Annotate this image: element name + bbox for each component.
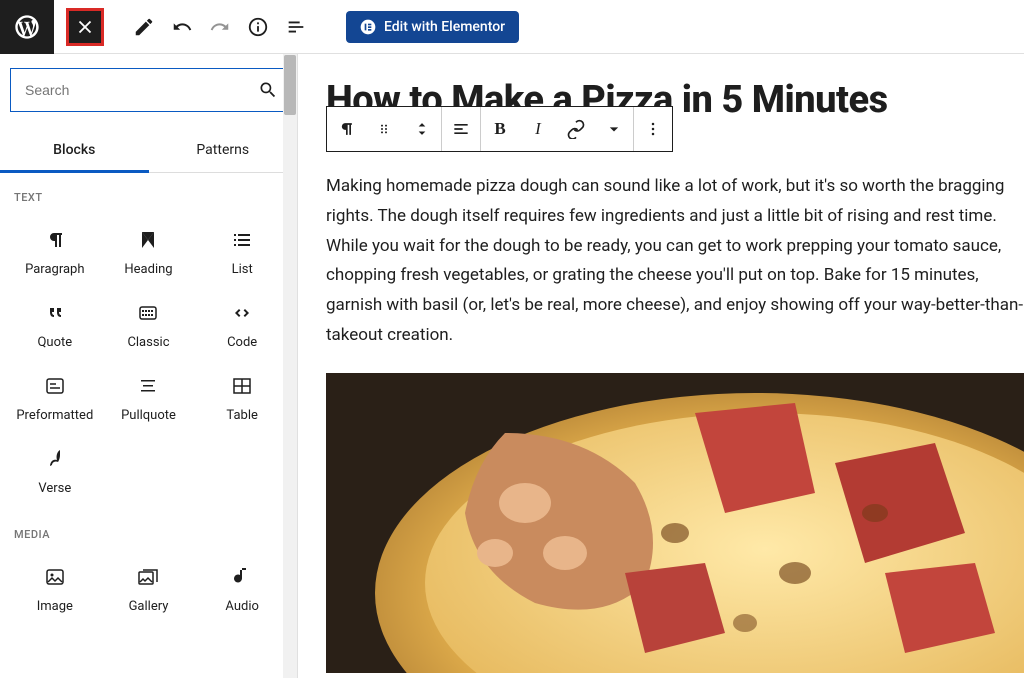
tab-patterns[interactable]: Patterns: [149, 130, 298, 172]
main-area: Blocks Patterns TEXT Paragraph Heading L…: [0, 54, 1024, 678]
block-inserter-panel: Blocks Patterns TEXT Paragraph Heading L…: [0, 54, 298, 678]
more-formatting-button[interactable]: [595, 107, 633, 151]
media-blocks-grid: Image Gallery Audio: [0, 547, 297, 628]
block-table[interactable]: Table: [195, 360, 289, 433]
move-up-down[interactable]: [403, 107, 441, 151]
search-field[interactable]: [25, 82, 258, 98]
block-heading[interactable]: Heading: [102, 214, 196, 287]
block-pullquote[interactable]: Pullquote: [102, 360, 196, 433]
block-toolbar: B I: [326, 106, 673, 152]
edit-with-elementor-button[interactable]: Edit with Elementor: [346, 11, 519, 43]
info-button[interactable]: [240, 9, 276, 45]
block-verse[interactable]: Verse: [8, 433, 102, 506]
outline-button[interactable]: [278, 9, 314, 45]
block-classic[interactable]: Classic: [102, 287, 196, 360]
block-preformatted[interactable]: Preformatted: [8, 360, 102, 433]
align-button[interactable]: [442, 107, 480, 151]
tab-blocks[interactable]: Blocks: [0, 130, 149, 173]
block-quote[interactable]: Quote: [8, 287, 102, 360]
editor-canvas: How to Make a Pizza in 5 Minutes B I Mak…: [298, 54, 1024, 678]
italic-button[interactable]: I: [519, 107, 557, 151]
block-paragraph[interactable]: Paragraph: [8, 214, 102, 287]
bold-button[interactable]: B: [481, 107, 519, 151]
redo-button[interactable]: [202, 9, 238, 45]
wordpress-logo[interactable]: [0, 0, 54, 54]
options-button[interactable]: [634, 107, 672, 151]
elementor-button-label: Edit with Elementor: [384, 19, 505, 35]
section-media-title: MEDIA: [0, 510, 297, 547]
link-button[interactable]: [557, 107, 595, 151]
text-blocks-grid: Paragraph Heading List Quote Classic Cod…: [0, 210, 297, 510]
block-audio[interactable]: Audio: [195, 551, 289, 624]
inserter-tabs: Blocks Patterns: [0, 130, 297, 173]
search-icon: [258, 80, 278, 100]
block-list[interactable]: List: [195, 214, 289, 287]
section-text-title: TEXT: [0, 173, 297, 210]
paragraph-block[interactable]: Making homemade pizza dough can sound li…: [326, 172, 1024, 351]
close-inserter-button[interactable]: [66, 8, 104, 46]
block-code[interactable]: Code: [195, 287, 289, 360]
drag-handle[interactable]: [365, 107, 403, 151]
block-image[interactable]: Image: [8, 551, 102, 624]
image-block[interactable]: [326, 373, 1024, 673]
block-gallery[interactable]: Gallery: [102, 551, 196, 624]
undo-button[interactable]: [164, 9, 200, 45]
block-search-input[interactable]: [10, 68, 287, 112]
top-toolbar: Edit with Elementor: [0, 0, 1024, 54]
edit-tool-button[interactable]: [126, 9, 162, 45]
sidebar-scrollbar[interactable]: [283, 54, 297, 678]
paragraph-block-icon[interactable]: [327, 107, 365, 151]
